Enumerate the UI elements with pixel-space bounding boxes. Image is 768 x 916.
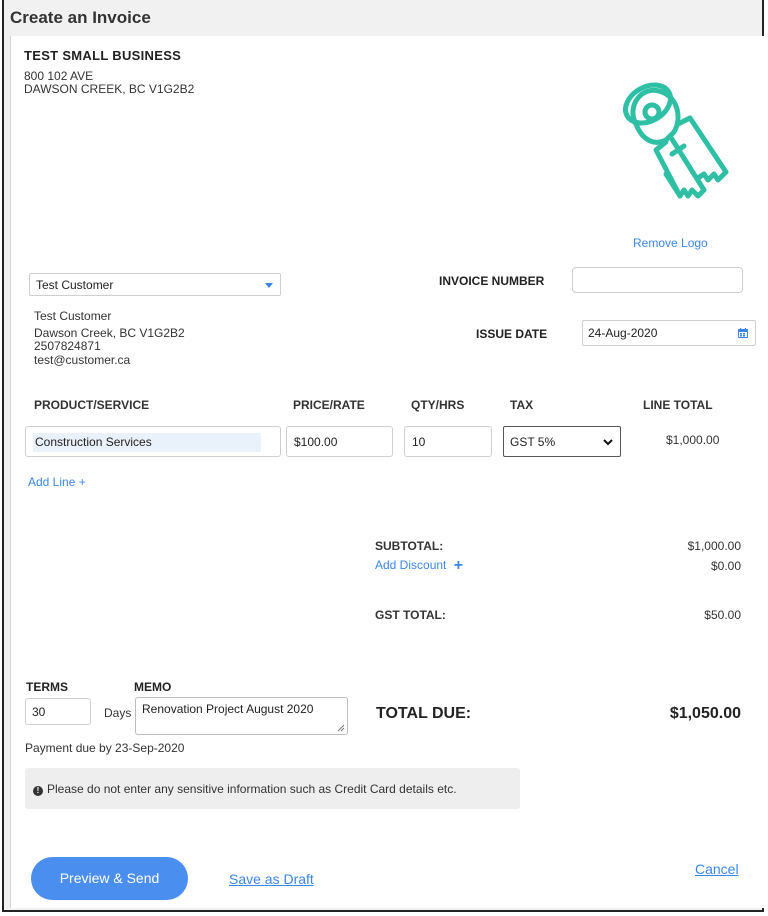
remove-logo-link[interactable]: Remove Logo — [633, 236, 708, 250]
customer-email: test@customer.ca — [34, 352, 131, 367]
notice-text: Please do not enter any sensitive inform… — [47, 782, 457, 796]
add-line-link[interactable]: Add Line + — [28, 475, 86, 489]
subtotal-label: SUBTOTAL: — [375, 539, 444, 553]
plus-icon: + — [453, 557, 464, 574]
chevron-down-icon — [603, 439, 613, 446]
resize-handle-icon[interactable] — [337, 724, 345, 732]
line-total-value: $1,000.00 — [666, 433, 720, 447]
invoice-number-input[interactable] — [572, 267, 743, 293]
days-label: Days — [104, 706, 132, 720]
issue-date-input[interactable]: 24-Aug-2020 — [582, 320, 756, 346]
info-icon: ! — [33, 786, 43, 796]
sensitive-info-notice: ! Please do not enter any sensitive infor… — [25, 768, 520, 809]
save-draft-link[interactable]: Save as Draft — [229, 871, 314, 887]
customer-details: Test Customer Dawson Creek, BC V1G2B2 25… — [34, 309, 185, 367]
add-discount-label: Add Discount — [375, 558, 447, 572]
subtotal-value: $1,000.00 — [687, 539, 741, 553]
terms-input[interactable]: 30 — [25, 698, 91, 725]
business-address-line2: DAWSON CREEK, BC V1G2B2 — [24, 82, 195, 96]
total-due-label: TOTAL DUE: — [376, 705, 472, 722]
product-value: Construction Services — [33, 433, 261, 452]
gst-total-value: $50.00 — [704, 608, 741, 622]
header-price-rate: PRICE/RATE — [293, 398, 365, 412]
customer-phone: 2507824871 — [34, 339, 101, 353]
gst-total-label: GST TOTAL: — [375, 608, 446, 622]
add-discount-link[interactable]: Add Discount + — [375, 557, 463, 575]
calendar-icon[interactable] — [737, 327, 749, 339]
caret-down-icon — [265, 283, 273, 288]
memo-value: Renovation Project August 2020 — [142, 702, 314, 716]
header-line-total: LINE TOTAL — [643, 398, 713, 412]
qty-input[interactable]: 10 — [404, 426, 492, 457]
keys-icon — [608, 62, 738, 234]
header-product-service: PRODUCT/SERVICE — [34, 398, 150, 412]
customer-name: Test Customer — [34, 309, 112, 323]
memo-label: MEMO — [134, 680, 172, 694]
memo-textarea[interactable]: Renovation Project August 2020 — [135, 697, 348, 735]
business-name: TEST SMALL BUSINESS — [24, 48, 182, 63]
customer-city: Dawson Creek, BC V1G2B2 — [34, 325, 185, 340]
header-qty-hrs: QTY/HRS — [411, 398, 465, 412]
terms-label: TERMS — [26, 680, 68, 694]
window-title: Create an Invoice — [10, 8, 151, 27]
payment-due-text: Payment due by 23-Sep-2020 — [25, 741, 185, 755]
tax-select-value: GST 5% — [510, 435, 556, 449]
price-input[interactable]: $100.00 — [286, 426, 393, 457]
issue-date-label: ISSUE DATE — [476, 327, 548, 341]
customer-select-value: Test Customer — [36, 278, 114, 292]
discount-value: $0.00 — [710, 559, 741, 573]
cancel-link[interactable]: Cancel — [695, 861, 739, 877]
total-due-value: $1,050.00 — [669, 705, 741, 722]
product-input[interactable]: Construction Services — [25, 426, 281, 457]
header-tax: TAX — [510, 398, 534, 412]
invoice-number-label: INVOICE NUMBER — [439, 274, 545, 288]
tax-select[interactable]: GST 5% — [503, 426, 621, 457]
issue-date-value: 24-Aug-2020 — [588, 326, 658, 340]
preview-send-button[interactable]: Preview & Send — [31, 857, 188, 900]
business-address: 800 102 AVE DAWSON CREEK, BC V1G2B2 — [24, 70, 194, 96]
customer-select[interactable]: Test Customer — [29, 273, 281, 296]
